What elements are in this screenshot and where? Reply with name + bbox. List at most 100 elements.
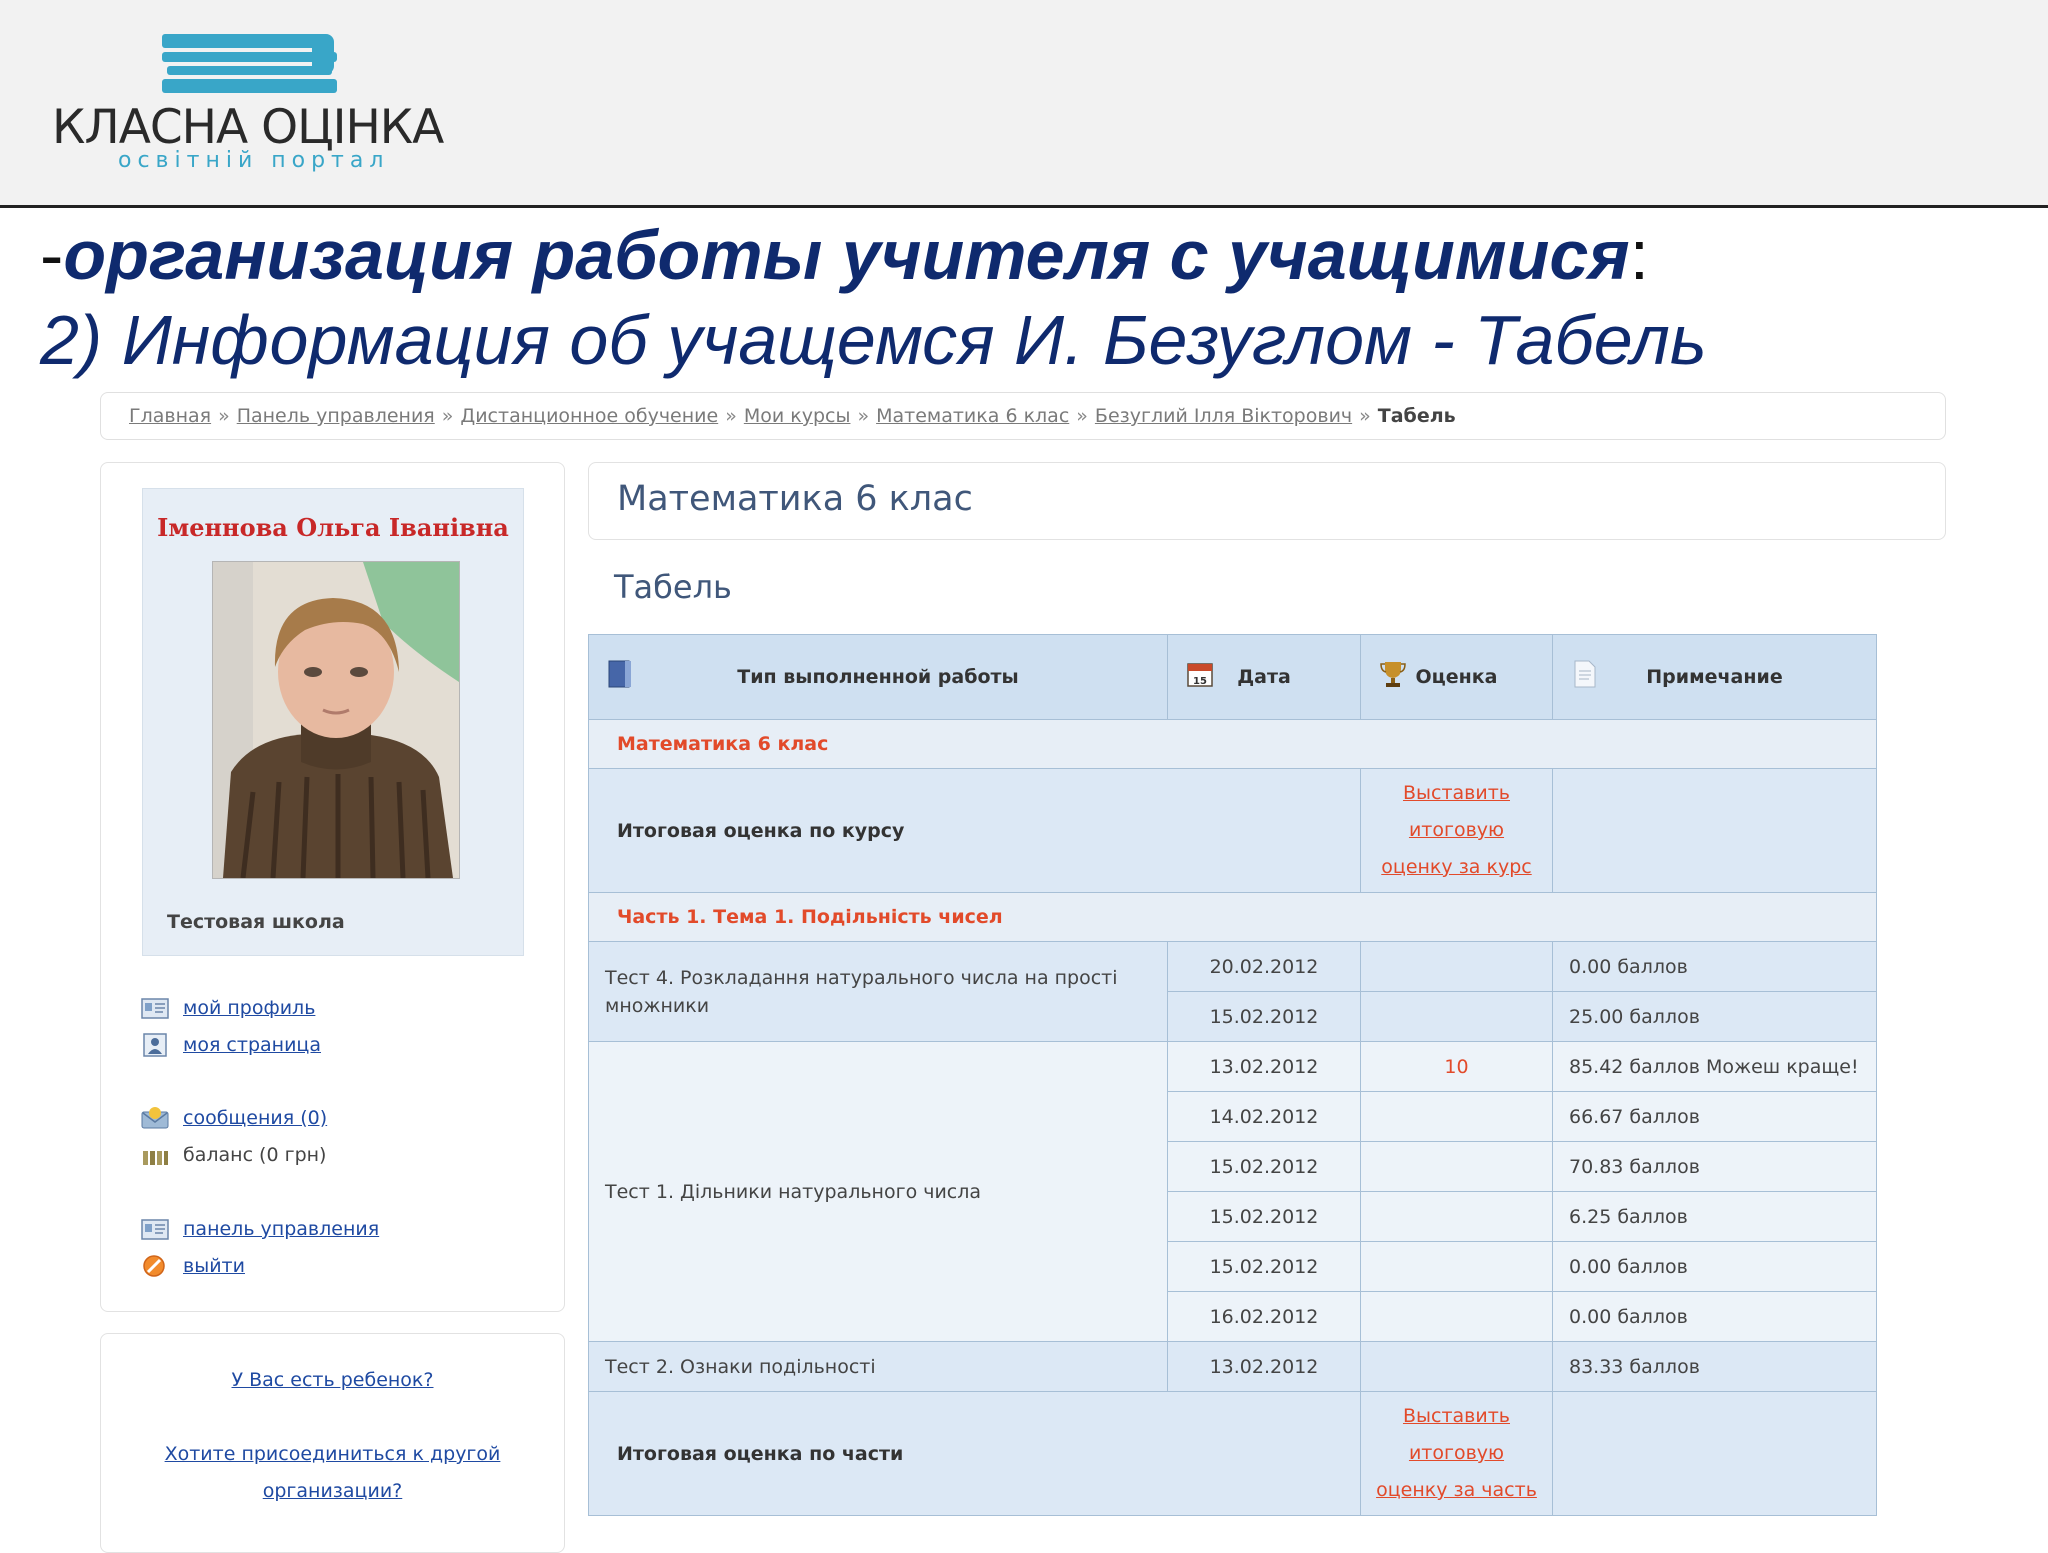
col-date-label: Дата: [1237, 666, 1291, 688]
col-note[interactable]: Примечание: [1552, 634, 1877, 720]
grade-cell: 10: [1360, 1041, 1553, 1092]
note-cell: 0.00 баллов: [1552, 1291, 1877, 1342]
grade-cell: [1360, 941, 1553, 992]
menu-item-messages[interactable]: сообщения (0): [141, 1103, 327, 1133]
note-cell: 70.83 баллов: [1552, 1141, 1877, 1192]
date-cell: 13.02.2012: [1167, 1341, 1361, 1392]
have-child-link[interactable]: У Вас есть ребенок?: [101, 1362, 564, 1399]
breadcrumb-separator: »: [857, 405, 870, 427]
date-cell: 15.02.2012: [1167, 991, 1361, 1042]
profile-name: Іменнова Ольга Іванівна: [157, 513, 509, 542]
course-header: Математика 6 клас: [588, 462, 1946, 540]
slide-title: -организация работы учителя с учащимися:: [40, 215, 1649, 295]
grade-cell: [1360, 991, 1553, 1042]
breadcrumb-link-home[interactable]: Главная: [129, 405, 211, 427]
grade-table: Тип выполненной работы 15 Дата Оценка Пр…: [588, 634, 1877, 1516]
grade-cell: [1360, 1191, 1553, 1242]
breadcrumb-separator: »: [725, 405, 737, 427]
left-sidebar: Іменнова Ольга Іванівна Тестовая школа м…: [100, 462, 565, 1312]
set-part-final-grade-link[interactable]: оценку за часть: [1376, 1479, 1537, 1501]
note-cell: 66.67 баллов: [1552, 1091, 1877, 1142]
my-page-link[interactable]: моя страница: [183, 1034, 321, 1056]
grade-cell: [1360, 1241, 1553, 1292]
part-final-action-cell: Выставить итоговую оценку за часть: [1360, 1391, 1553, 1516]
document-icon: [1574, 660, 1596, 688]
date-cell: 16.02.2012: [1167, 1291, 1361, 1342]
profile-card: Іменнова Ольга Іванівна Тестовая школа: [142, 488, 524, 956]
my-profile-link[interactable]: мой профиль: [183, 997, 315, 1019]
control-panel-icon: [141, 1219, 169, 1240]
set-course-final-grade-link[interactable]: итоговую: [1409, 819, 1504, 841]
breadcrumb-link-my-courses[interactable]: Мои курсы: [744, 405, 851, 427]
breadcrumb-link-student[interactable]: Безуглий Ілля Вікторович: [1095, 405, 1352, 427]
note-cell: 25.00 баллов: [1552, 991, 1877, 1042]
col-date[interactable]: 15 Дата: [1167, 634, 1361, 720]
course-final-label: Итоговая оценка по курсу: [588, 768, 1361, 893]
slide-title-main: организация работы учителя с учащимися: [63, 216, 1630, 294]
slide-title-prefix: -: [40, 216, 64, 294]
note-cell: 83.33 баллов: [1552, 1341, 1877, 1392]
table-row: Тест 4. Розкладання натурального числа н…: [588, 941, 1877, 1042]
menu-item-logout[interactable]: выйти: [141, 1251, 245, 1281]
date-cell: 13.02.2012: [1167, 1041, 1361, 1092]
control-panel-link[interactable]: панель управления: [183, 1218, 379, 1240]
set-course-final-grade-link[interactable]: Выставить: [1403, 782, 1510, 804]
breadcrumb-separator: »: [1359, 405, 1371, 427]
section-label: Часть 1. Тема 1. Подільність чисел: [588, 892, 1877, 942]
table-row: Тест 1. Дільники натурального числа 13.0…: [588, 1041, 1877, 1342]
avatar: [212, 561, 460, 879]
date-cell: 14.02.2012: [1167, 1091, 1361, 1142]
col-note-label: Примечание: [1646, 666, 1783, 688]
svg-text:15: 15: [1193, 676, 1207, 687]
note-cell: 85.42 баллов Можеш краще!: [1552, 1041, 1877, 1092]
set-course-final-grade-link[interactable]: оценку за курс: [1381, 856, 1531, 878]
school-name: Тестовая школа: [167, 911, 345, 933]
part-final-label: Итоговая оценка по части: [588, 1391, 1361, 1516]
set-part-final-grade-link[interactable]: Выставить: [1403, 1405, 1510, 1427]
logo-title: КЛАСНА ОЦІНКА: [52, 100, 444, 155]
breadcrumb-link-distance-learning[interactable]: Дистанционное обучение: [460, 405, 718, 427]
breadcrumb-separator: »: [441, 405, 454, 427]
note-cell: 6.25 баллов: [1552, 1191, 1877, 1242]
breadcrumb-link-course[interactable]: Математика 6 клас: [876, 405, 1069, 427]
logo: КЛАСНА ОЦІНКА освітній портал: [52, 32, 472, 182]
date-cell: 15.02.2012: [1167, 1141, 1361, 1192]
slide-title-suffix: :: [1629, 216, 1650, 294]
envelope-icon: [141, 1107, 169, 1129]
join-organization-link-line2[interactable]: организации?: [101, 1473, 564, 1510]
set-part-final-grade-link[interactable]: итоговую: [1409, 1442, 1504, 1464]
date-cell: 15.02.2012: [1167, 1191, 1361, 1242]
trophy-icon: [1380, 662, 1406, 687]
col-work-type-label: Тип выполненной работы: [737, 666, 1019, 688]
section-row-course: Математика 6 клас: [588, 719, 1877, 769]
balance-label: баланс (0 грн): [183, 1144, 327, 1166]
breadcrumb-link-control-panel[interactable]: Панель управления: [237, 405, 435, 427]
course-title: Математика 6 клас: [617, 479, 973, 519]
logout-link[interactable]: выйти: [183, 1255, 245, 1277]
book-icon: [608, 660, 631, 688]
section-label: Математика 6 клас: [588, 719, 1877, 769]
col-grade[interactable]: Оценка: [1360, 634, 1553, 720]
table-row-part-final: Итоговая оценка по части Выставить итого…: [588, 1391, 1877, 1516]
work-name: Тест 2. Ознаки подільності: [588, 1341, 1168, 1392]
breadcrumb-current: Табель: [1377, 405, 1456, 427]
join-organization-link-line1[interactable]: Хотите присоединиться к другой: [101, 1436, 564, 1473]
breadcrumb: Главная » Панель управления » Дистанционно…: [100, 392, 1946, 440]
breadcrumb-separator: »: [218, 405, 230, 427]
col-work-type[interactable]: Тип выполненной работы: [588, 634, 1168, 720]
section-title: Табель: [614, 568, 732, 606]
calendar-icon: 15: [1187, 663, 1213, 687]
course-final-note: [1552, 768, 1877, 893]
profile-card-icon: [141, 998, 169, 1019]
table-row: Тест 2. Ознаки подільності 13.02.2012 83…: [588, 1341, 1877, 1392]
menu-item-my-page[interactable]: моя страница: [141, 1030, 321, 1060]
grade-cell: [1360, 1341, 1553, 1392]
menu-item-my-profile[interactable]: мой профиль: [141, 993, 315, 1023]
note-cell: 0.00 баллов: [1552, 1241, 1877, 1292]
messages-link[interactable]: сообщения (0): [183, 1107, 327, 1129]
section-row-part: Часть 1. Тема 1. Подільність чисел: [588, 892, 1877, 942]
logo-subtitle: освітній портал: [118, 148, 390, 173]
menu-item-control-panel[interactable]: панель управления: [141, 1214, 379, 1244]
logout-icon: [143, 1255, 165, 1277]
avatar-photo: [213, 562, 459, 878]
